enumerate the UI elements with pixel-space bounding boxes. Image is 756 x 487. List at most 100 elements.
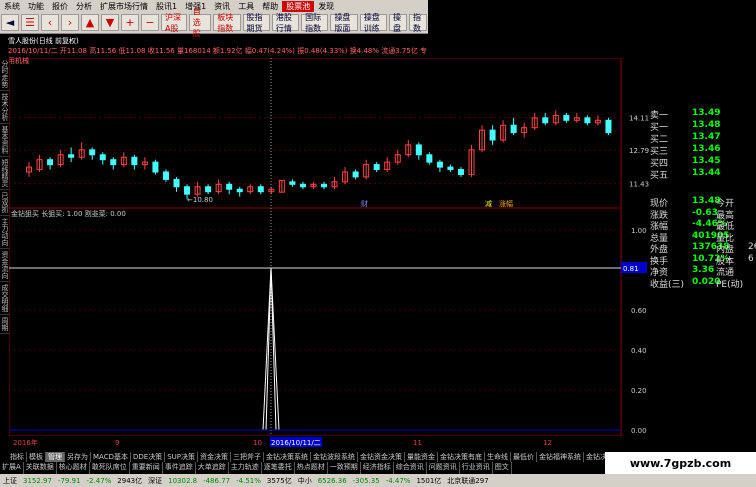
indicator-tab[interactable]: 三把斧子: [231, 452, 264, 462]
info-tab[interactable]: 行业资讯: [460, 462, 493, 474]
info-tab[interactable]: 敢死队席位: [90, 462, 130, 474]
stat-value-2: 26: [748, 242, 756, 252]
watermark: www.7gpzb.com: [605, 452, 756, 474]
arrow-right-icon[interactable]: ›: [61, 14, 79, 31]
toolbar-button[interactable]: 股指期货: [242, 13, 270, 33]
indicator-tab[interactable]: MACD基本: [91, 452, 131, 462]
indicator-tab[interactable]: 金钻波段系统: [311, 452, 358, 462]
order-book-row: 买四 13.45: [650, 156, 756, 169]
indicator-tick-label: 0.40: [631, 347, 647, 355]
x-axis-label: 2016/10/11/二: [271, 439, 321, 447]
info-tab[interactable]: 扩展A: [0, 462, 24, 474]
indicator-tab[interactable]: 金钻决策有底: [438, 452, 485, 462]
info-tab[interactable]: 问题资讯: [427, 462, 460, 474]
arrow-up-icon[interactable]: ▲: [81, 14, 99, 31]
candle-body: [110, 159, 117, 166]
menu-item[interactable]: 分析: [72, 1, 96, 12]
indicator-tab[interactable]: 金钻决策系统: [264, 452, 311, 462]
x-axis-label: 11: [413, 439, 422, 447]
menu-item[interactable]: 功能: [24, 1, 48, 12]
arrow-down-icon[interactable]: ▼: [101, 14, 119, 31]
x-axis-label: 10: [253, 439, 262, 447]
zoom-out-icon[interactable]: −: [141, 14, 159, 31]
stat-row: 收益(三) 0.020 PE(动): [650, 277, 756, 290]
menu-item[interactable]: 股讯1: [152, 1, 181, 12]
cursor-value-label: 0.81: [623, 265, 639, 273]
indicator-tab[interactable]: SUP决策: [165, 452, 198, 462]
indicator-tab[interactable]: 管理: [46, 452, 65, 462]
menu-item[interactable]: 资讯: [210, 1, 234, 12]
toolbar-button[interactable]: 操盘版面: [330, 13, 358, 33]
candle-body: [321, 183, 327, 188]
order-book-row: 买三 13.46: [650, 144, 756, 157]
info-tab[interactable]: 一致预期: [328, 462, 361, 474]
indicator-tick-label: 1.00: [631, 227, 647, 235]
menu-item[interactable]: 股票池: [282, 0, 315, 12]
indicator-tab[interactable]: 金钻福神系统: [537, 452, 584, 462]
candle-body: [152, 161, 159, 173]
info-tab[interactable]: 重要新闻: [130, 462, 163, 474]
order-book-price: 13.48: [692, 120, 721, 130]
left-side-tabs: 分时走势 技术分析 基本资料 短线精灵 已双抓 主力动向 资金流向 成交明细 周期: [0, 58, 10, 438]
menu-icon[interactable]: ☰: [21, 14, 39, 31]
candle-body: [99, 154, 106, 161]
menu-item[interactable]: 系统: [0, 1, 24, 12]
arrow-left-icon[interactable]: ‹: [41, 14, 59, 31]
toolbar-button[interactable]: 港股行情: [271, 13, 300, 33]
candle-body: [447, 166, 454, 171]
kline-chart[interactable]: 14.11 12.79 11.43 ←10.80 财 减涨幅金钻狙买 长狙买: 1.00 …: [9, 58, 649, 450]
info-tab[interactable]: 综合资讯: [394, 462, 427, 474]
info-tab[interactable]: 事件追踪: [163, 462, 196, 474]
candle-body: [236, 188, 243, 193]
menu-item[interactable]: 扩展市场行情: [96, 1, 152, 12]
indicator-tab[interactable]: 指标: [8, 452, 27, 462]
indicator-tab[interactable]: 量能资金: [405, 452, 438, 462]
stat-row: 涨跌 -0.63 最高: [650, 208, 756, 221]
info-tab[interactable]: 热点题材: [295, 462, 328, 474]
menu-item[interactable]: 帮助: [258, 1, 282, 12]
indicator-pane-frame: [9, 207, 622, 437]
info-tab[interactable]: 核心题材: [57, 462, 90, 474]
candle-body: [426, 154, 433, 163]
info-tabs: 扩展A 关联数据 核心题材 敢死队席位 重要新闻 事件追踪 大单追踪 主力轨迹 逐笔委托 热点题材…: [0, 462, 600, 474]
indicator-tab[interactable]: 资金决策: [198, 452, 231, 462]
price-tick-label: 14.11: [629, 115, 649, 123]
toolbar-button[interactable]: 操盘: [389, 13, 408, 33]
stat-value: 3.36: [692, 265, 715, 275]
toolbar-button[interactable]: 操盘训练: [359, 13, 388, 33]
indicator-tab[interactable]: DDE决策: [131, 452, 166, 462]
order-book-price: 13.44: [692, 168, 721, 178]
candle-body: [584, 117, 591, 124]
candle-body: [542, 117, 549, 124]
order-book-price: 13.49: [692, 108, 721, 118]
zoom-in-icon[interactable]: +: [121, 14, 139, 31]
price-pane-frame: [9, 58, 622, 209]
toolbar-button[interactable]: 指数: [409, 13, 428, 33]
info-tab[interactable]: 逐笔委托: [262, 462, 295, 474]
indicator-tab[interactable]: 生命线: [485, 452, 511, 462]
menu-item[interactable]: 工具: [234, 1, 258, 12]
order-book-price: 13.46: [692, 144, 721, 154]
info-tab[interactable]: 经济指标: [361, 462, 394, 474]
quote-panel: 卖一 13.49 买一 13.48 买二 13.47 买三 13.46 买四 13.45 买五 13.…: [648, 108, 756, 303]
toolbar-button[interactable]: 板块指数: [213, 13, 241, 33]
toolbar-button[interactable]: 国际指数: [301, 13, 329, 33]
info-tab[interactable]: 图文: [493, 462, 512, 474]
toolbar-button[interactable]: 沪深A股: [161, 13, 187, 33]
indicator-tab[interactable]: 模板: [27, 452, 46, 462]
stat-value-2: 6: [748, 253, 754, 264]
back-icon[interactable]: ◄: [1, 14, 19, 31]
info-tab[interactable]: 大单追踪: [196, 462, 229, 474]
candle-body: [131, 156, 138, 166]
indicator-tab[interactable]: 最低价: [511, 452, 537, 462]
info-tab[interactable]: 主力轨迹: [229, 462, 262, 474]
menu-item[interactable]: 发现: [314, 1, 338, 12]
indicator-tick-label: 0.00: [631, 427, 647, 435]
indicator-tab[interactable]: 金钻资金决策: [358, 452, 405, 462]
price-tick-label: 11.43: [629, 181, 649, 189]
indicator-tab[interactable]: 另存为: [65, 452, 91, 462]
info-tab[interactable]: 关联数据: [24, 462, 57, 474]
toolbar-button[interactable]: 自选股: [188, 7, 212, 38]
stat-row: 净资 3.36 流通: [650, 265, 756, 278]
menu-item[interactable]: 报价: [48, 1, 72, 12]
